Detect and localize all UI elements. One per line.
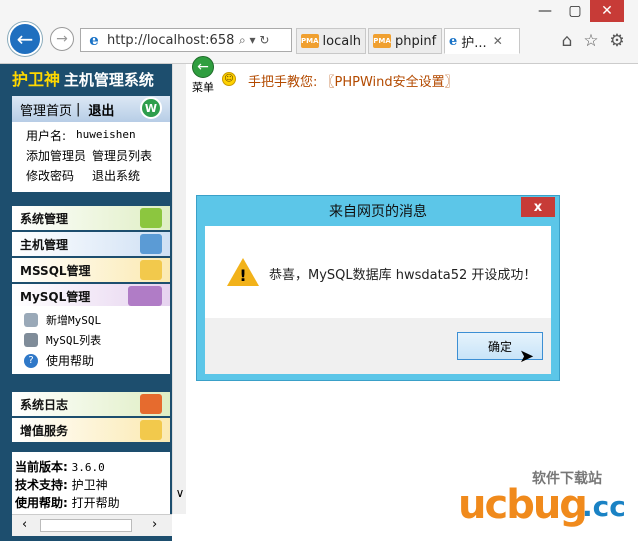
category-mssql[interactable]: MSSQL管理 [12,258,170,282]
warning-icon-mark: ! [239,266,247,285]
username-value: huweishen [76,128,136,141]
menu-label: 菜单 [192,81,214,94]
admin-list-link[interactable]: 管理员列表 [92,147,152,164]
category-label: 主机管理 [20,237,69,252]
nav-separator: | [76,101,81,117]
category-mysql[interactable]: MySQL管理 [12,284,170,308]
tab-label: phpinf [395,33,437,49]
version-label: 当前版本: [15,460,68,474]
category-label: MSSQL管理 [20,263,91,278]
menu-label: 新增MySQL [46,314,102,327]
menu-label: 使用帮助 [46,354,95,368]
chevron-left-icon[interactable]: ‹ [22,517,27,532]
pma-icon: PMA [373,34,391,48]
change-password-link[interactable]: 修改密码 [26,167,74,184]
url-text[interactable]: http://localhost:6588/a [107,33,235,48]
category-services[interactable]: 增值服务 [12,418,170,442]
tab-phpinfo[interactable]: PMA phpinf [368,28,442,54]
tab-active[interactable]: e 护... ✕ [444,28,520,54]
chevron-right-icon[interactable]: › [152,517,157,532]
help-link[interactable]: 打开帮助 [72,496,120,510]
mysql-submenu: 新增MySQL MySQL列表 ? 使用帮助 [12,306,170,374]
ie-icon: e [449,33,458,49]
maximize-button[interactable]: ▢ [560,0,590,22]
chart-icon [140,394,162,414]
support-row: 技术支持: 护卫神 [15,476,108,493]
address-bar[interactable]: e http://localhost:6588/a ⌕ ▾ ↻ [80,28,292,52]
support-label: 技术支持: [15,478,68,492]
back-button[interactable]: ← [8,22,42,56]
dialog-message: 恭喜，MySQL数据库 hwsdata52 开设成功！ [269,268,537,283]
tutorial-link[interactable]: 手把手教您: 〖PHPWind安全设置〗 [248,71,458,90]
sidebar-vertical-scrollbar[interactable]: ∨ [172,64,186,514]
help-row: 使用帮助: 打开帮助 [15,494,120,511]
app-logo: 护卫神 主机管理系统 [12,66,154,90]
category-label: 增值服务 [20,423,69,438]
watermark-logo: ucbug [458,482,588,528]
menu-label: MySQL列表 [46,334,102,347]
category-logs[interactable]: 系统日志 [12,392,170,416]
menu-add-mysql[interactable]: 新增MySQL [24,312,101,328]
ie-icon: e [89,31,99,49]
dialog-close-button[interactable]: x [521,197,555,217]
help-icon: ? [24,353,38,368]
category-label: 系统管理 [20,211,69,226]
pma-icon: PMA [301,34,319,48]
window-close-button[interactable]: ✕ [590,0,624,22]
smiley-icon: ☺ [222,72,236,86]
nav-home-link[interactable]: 管理首页 [20,100,72,119]
menu-mysql-list[interactable]: MySQL列表 [24,332,101,348]
gear-icon[interactable]: ⚙ [606,30,628,52]
category-host[interactable]: 主机管理 [12,232,170,256]
user-service-icon [140,420,162,440]
minimize-button[interactable]: — [530,0,560,22]
dialog-title: 来自网页的消息 [329,204,427,220]
arrow-left-icon: ← [16,27,34,51]
database-add-icon [24,313,38,327]
tab-label: localh [322,33,362,49]
server-icon [140,234,162,254]
watermark-tld: .cc [582,490,626,523]
category-system[interactable]: 系统管理 [12,206,170,230]
mysql-logo-icon [128,286,162,306]
logo-main: 护卫神 [12,70,61,89]
star-icon[interactable]: ☆ [580,30,602,52]
category-label: 系统日志 [20,397,69,412]
database-icon [140,260,162,280]
tab-label: 护... [461,35,487,51]
address-controls[interactable]: ⌕ ▾ ↻ [239,33,269,48]
info-panel: 当前版本: 3.6.0 技术支持: 护卫神 使用帮助: 打开帮助 [12,452,170,514]
menu-button[interactable]: ← 菜单 [188,56,218,95]
add-admin-link[interactable]: 添加管理员 [26,147,86,164]
version-value: 3.6.0 [71,461,105,474]
sidebar-horizontal-scrollbar[interactable]: ‹ › [12,514,172,536]
shield-icon: W [140,97,162,119]
logout-link[interactable]: 退出系统 [92,167,140,184]
chevron-down-icon[interactable]: ∨ [173,486,187,500]
menu-help[interactable]: ? 使用帮助 [24,352,94,369]
category-label: MySQL管理 [20,289,91,304]
logo-sub: 主机管理系统 [63,71,154,89]
database-list-icon [24,333,38,347]
forward-button[interactable]: → [50,27,74,51]
message-dialog: 来自网页的消息 x ! 恭喜，MySQL数据库 hwsdata52 开设成功！ … [196,195,560,381]
watermark: 软件下载站 ucbug .cc [452,468,636,534]
arrow-right-icon: → [56,31,68,47]
gears-icon [140,208,162,228]
version-row: 当前版本: 3.6.0 [15,458,105,475]
tab-localhost[interactable]: PMA localh [296,28,366,54]
mouse-cursor-icon: ➤ [519,346,535,367]
help-label: 使用帮助: [15,496,68,510]
support-value[interactable]: 护卫神 [72,478,108,492]
tab-close-icon[interactable]: ✕ [493,34,503,48]
arrow-left-icon: ← [192,56,214,78]
username-label: 用户名: [26,129,67,143]
nav-exit-link[interactable]: 退出 [88,100,114,119]
user-panel: 用户名: huweishen 添加管理员 管理员列表 修改密码 退出系统 [12,122,170,192]
scroll-thumb[interactable] [40,519,132,532]
home-icon[interactable]: ⌂ [556,30,578,52]
